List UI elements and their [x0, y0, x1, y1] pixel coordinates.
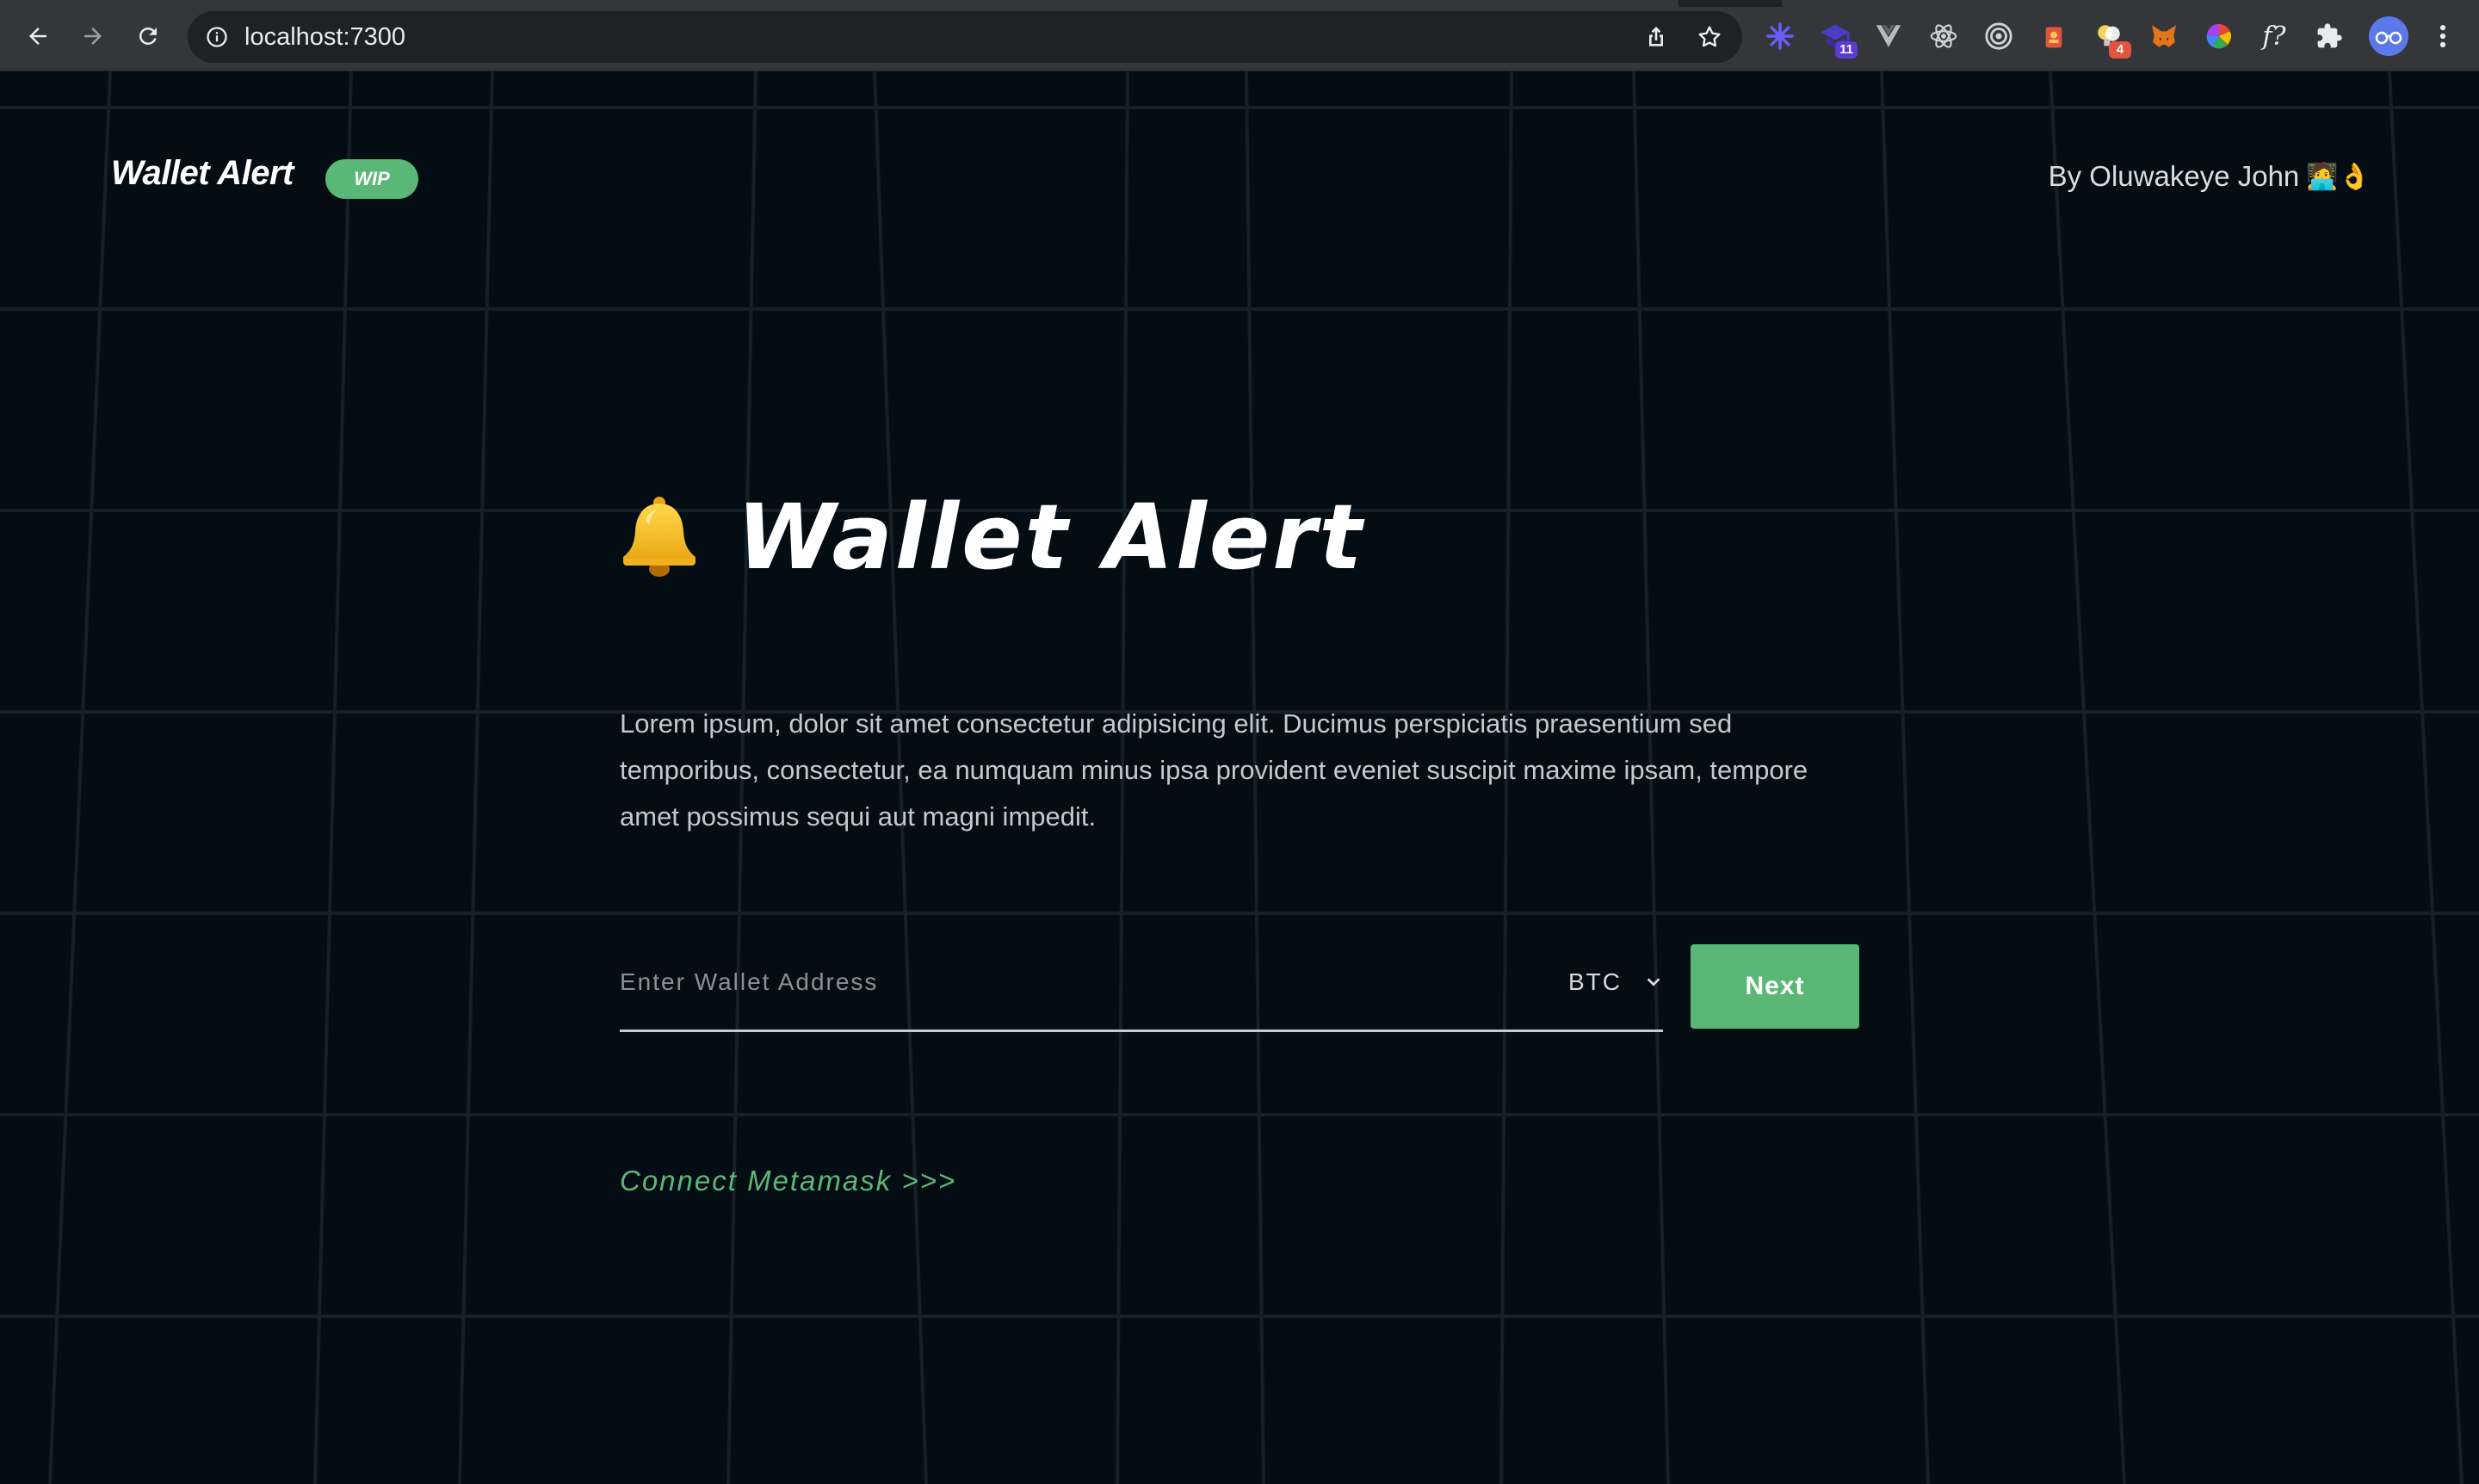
- inactive-tab[interactable]: [1782, 0, 2479, 7]
- extension-react-icon[interactable]: [1926, 19, 1961, 53]
- browser-menu-icon[interactable]: [2426, 19, 2460, 53]
- wallet-form-field: BTC: [620, 935, 1663, 1032]
- currency-selected-value: BTC: [1568, 968, 1622, 995]
- chevron-down-icon: [1647, 978, 1660, 986]
- extension-color-wheel-icon[interactable]: [2202, 19, 2236, 53]
- back-button[interactable]: [19, 17, 57, 55]
- active-tab[interactable]: [0, 0, 1678, 7]
- graduation-badge: 11: [1835, 41, 1858, 59]
- connect-metamask-link[interactable]: Connect Metamask >>>: [620, 1165, 956, 1197]
- extension-function-icon[interactable]: f?: [2257, 19, 2291, 53]
- arrow-right-icon: [84, 28, 102, 45]
- brand-logo[interactable]: Wallet Alert: [111, 154, 294, 193]
- info-icon[interactable]: [205, 25, 229, 49]
- hero-heading: Wallet Alert: [620, 485, 1364, 590]
- author-emoji: 🧑‍💻👌: [2306, 162, 2371, 191]
- author-name: By Oluwakeye John: [2048, 160, 2300, 192]
- url-text[interactable]: localhost:7300: [244, 23, 405, 51]
- author-credit: By Oluwakeye John 🧑‍💻👌: [2049, 160, 2371, 193]
- arrow-left-icon: [29, 28, 46, 45]
- reload-button[interactable]: [129, 17, 167, 55]
- extension-badge-icon[interactable]: [2037, 19, 2071, 53]
- bulb-badge: 4: [2109, 41, 2131, 59]
- tab-strip: [0, 0, 2479, 7]
- extension-metamask-fox-icon[interactable]: [2147, 19, 2181, 53]
- extension-graduation-icon[interactable]: 11: [1818, 19, 1858, 59]
- extension-bulb-icon[interactable]: 4: [2092, 19, 2131, 59]
- browser-toolbar: localhost:7300 11 4 f?: [0, 0, 2479, 71]
- profile-avatar-icon[interactable]: [2369, 16, 2408, 56]
- hero-title: Wallet Alert: [737, 485, 1365, 590]
- extension-sun-icon[interactable]: [1763, 19, 1797, 53]
- reload-icon: [139, 28, 157, 45]
- share-icon[interactable]: [1642, 23, 1670, 51]
- page-content: Wallet Alert WIP By Oluwakeye John 🧑‍💻👌 …: [0, 71, 2479, 1484]
- wallet-address-input[interactable]: [620, 935, 1481, 1030]
- bookmark-star-icon[interactable]: [1696, 23, 1723, 51]
- hero-description: Lorem ipsum, dolor sit amet consectetur …: [620, 708, 1808, 832]
- bell-icon: [623, 497, 695, 577]
- currency-select[interactable]: BTC: [1568, 959, 1663, 1005]
- extension-vue-icon[interactable]: [1871, 19, 1906, 53]
- extensions-puzzle-icon[interactable]: [2312, 19, 2346, 53]
- next-button[interactable]: Next: [1691, 944, 1859, 1029]
- address-bar[interactable]: localhost:7300: [188, 11, 1742, 63]
- extension-target-icon[interactable]: [1981, 19, 2016, 53]
- forward-button[interactable]: [74, 17, 112, 55]
- wip-badge: WIP: [325, 159, 418, 199]
